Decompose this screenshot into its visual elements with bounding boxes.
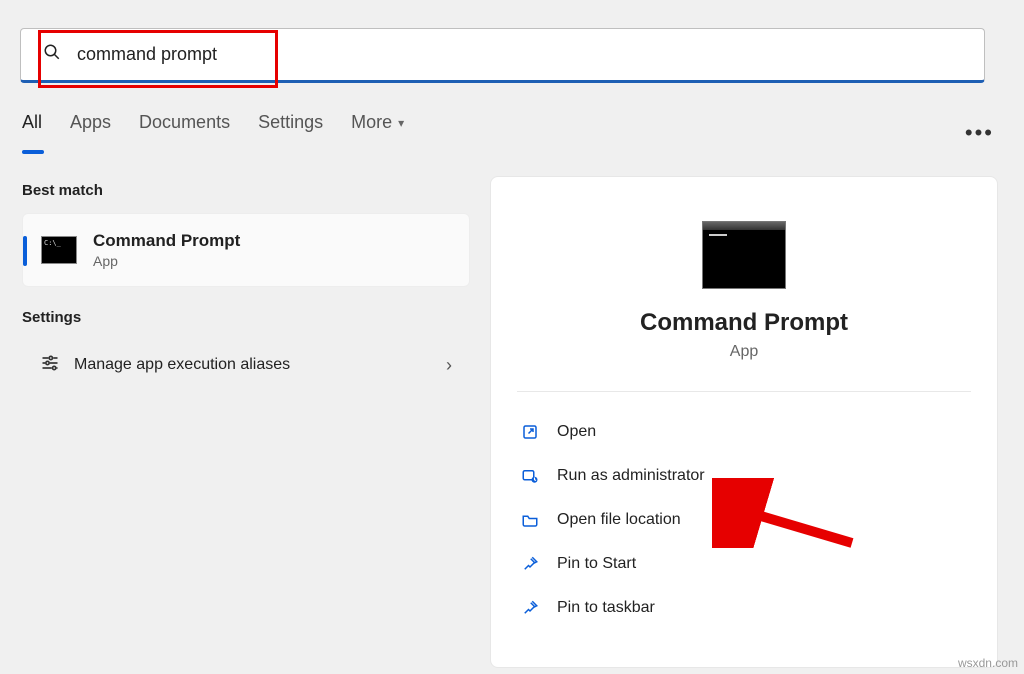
- action-open[interactable]: Open: [511, 410, 977, 454]
- best-match-title: Command Prompt: [93, 231, 240, 251]
- search-bar[interactable]: [20, 28, 985, 83]
- action-label: Open: [557, 423, 596, 441]
- search-input[interactable]: [75, 43, 879, 66]
- settings-result-item[interactable]: Manage app execution aliases ›: [22, 340, 470, 390]
- command-prompt-icon: [41, 236, 77, 264]
- tab-settings[interactable]: Settings: [258, 112, 323, 133]
- overflow-menu-button[interactable]: •••: [965, 120, 994, 146]
- action-label: Pin to taskbar: [557, 599, 655, 617]
- detail-panel: Command Prompt App Open Run as administr…: [490, 176, 998, 668]
- detail-subtitle: App: [491, 343, 997, 361]
- detail-title: Command Prompt: [491, 309, 997, 337]
- best-match-subtitle: App: [93, 253, 240, 269]
- action-pin-taskbar[interactable]: Pin to taskbar: [511, 586, 977, 630]
- search-icon: [43, 43, 61, 66]
- results-column: Best match Command Prompt App Settings M…: [22, 182, 470, 390]
- selection-indicator: [23, 236, 27, 266]
- pin-start-icon: [517, 555, 543, 573]
- divider: [517, 391, 971, 392]
- tab-all[interactable]: All: [22, 112, 42, 133]
- chevron-down-icon: ▾: [398, 116, 404, 130]
- chevron-right-icon: ›: [446, 355, 452, 376]
- detail-app-icon: [702, 221, 786, 289]
- tab-more[interactable]: More ▾: [351, 112, 404, 133]
- action-run-admin[interactable]: Run as administrator: [511, 454, 977, 498]
- tab-more-label: More: [351, 112, 392, 133]
- action-label: Run as administrator: [557, 467, 705, 485]
- action-list: Open Run as administrator Open file loca…: [511, 410, 977, 630]
- best-match-text: Command Prompt App: [93, 231, 240, 269]
- best-match-heading: Best match: [22, 182, 470, 199]
- filter-tabs: All Apps Documents Settings More ▾: [22, 112, 404, 133]
- tab-apps[interactable]: Apps: [70, 112, 111, 133]
- settings-item-label: Manage app execution aliases: [74, 356, 290, 374]
- folder-icon: [517, 511, 543, 529]
- tab-documents[interactable]: Documents: [139, 112, 230, 133]
- action-pin-start[interactable]: Pin to Start: [511, 542, 977, 586]
- open-icon: [517, 423, 543, 441]
- aliases-icon: [40, 353, 60, 378]
- settings-heading: Settings: [22, 309, 470, 326]
- admin-icon: [517, 467, 543, 485]
- best-match-result[interactable]: Command Prompt App: [22, 213, 470, 287]
- action-label: Pin to Start: [557, 555, 636, 573]
- active-tab-indicator: [22, 150, 44, 154]
- action-open-location[interactable]: Open file location: [511, 498, 977, 542]
- action-label: Open file location: [557, 511, 681, 529]
- pin-taskbar-icon: [517, 599, 543, 617]
- watermark: wsxdn.com: [958, 656, 1018, 670]
